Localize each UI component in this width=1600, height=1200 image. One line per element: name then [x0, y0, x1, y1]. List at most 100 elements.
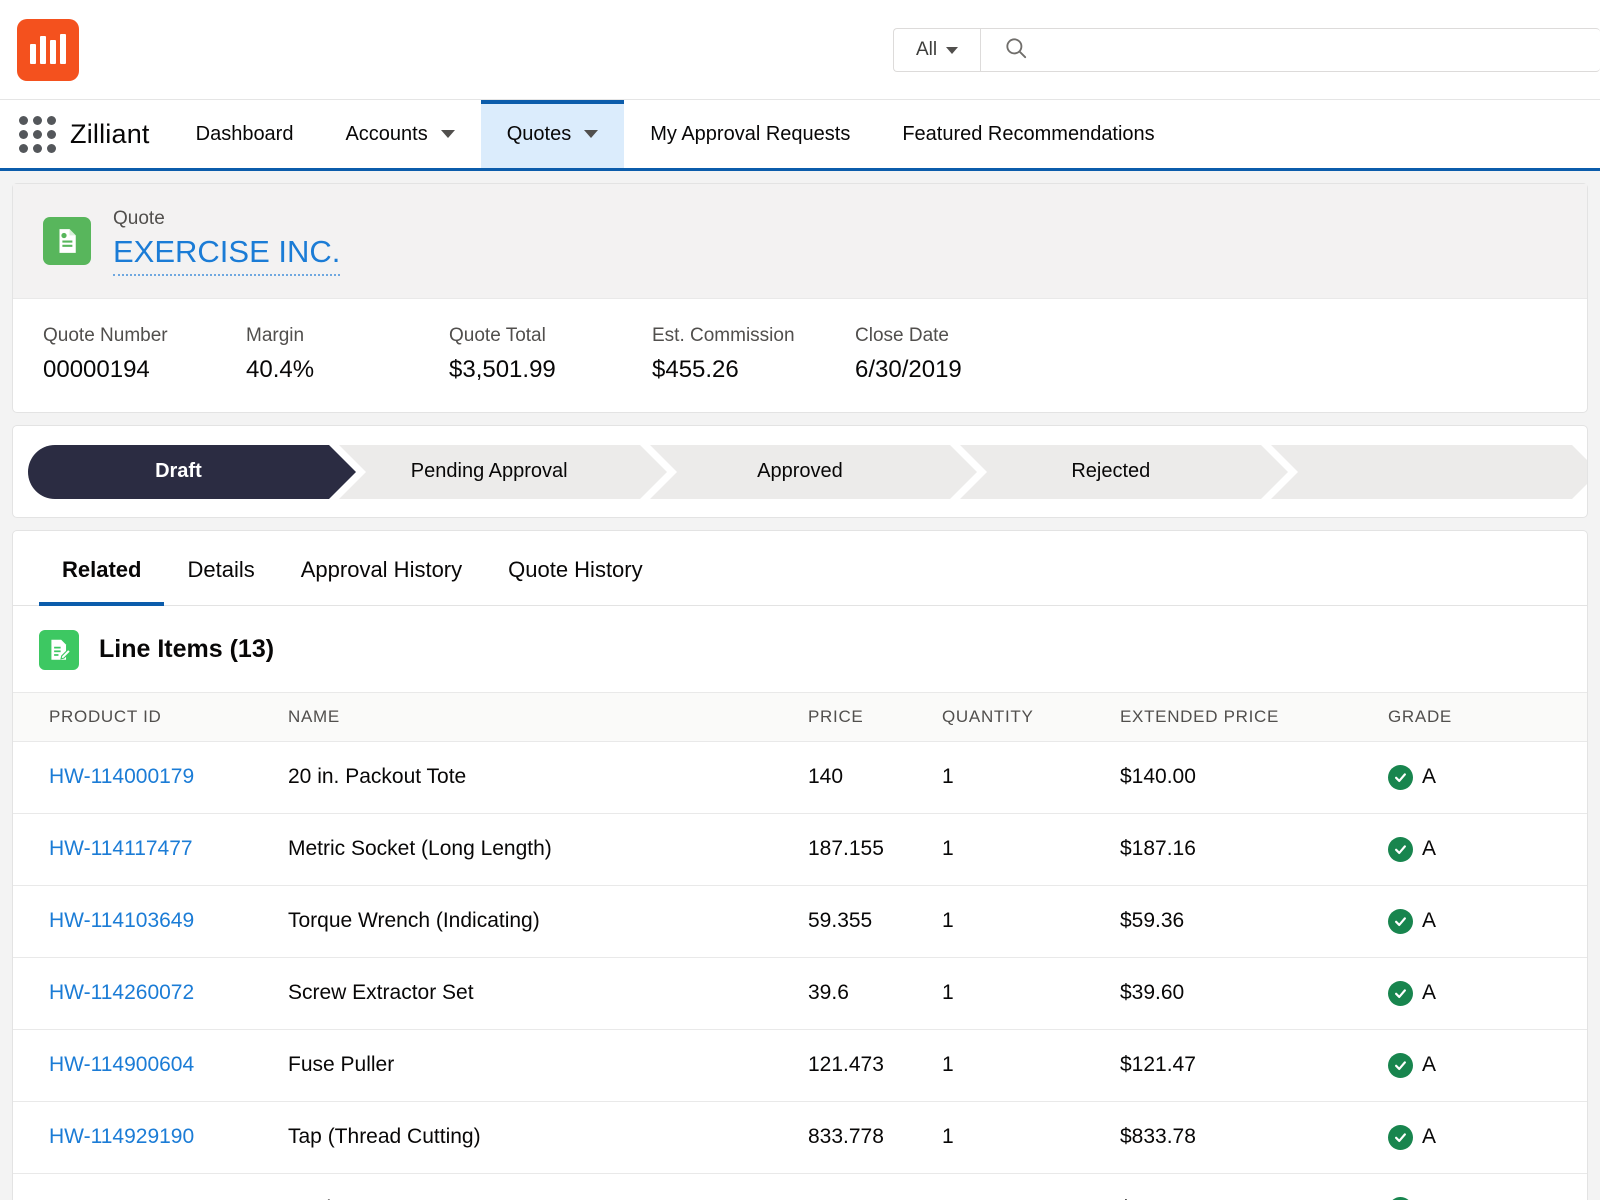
grade-check-icon	[1388, 836, 1413, 862]
line-items-header: Line Items (13)	[13, 606, 1587, 693]
table-row: HW-114929190 Tap (Thread Cutting) 833.77…	[13, 1101, 1587, 1174]
cell-grade: A	[1388, 741, 1587, 814]
record-object-label: Quote	[113, 208, 165, 229]
zilliant-bars-logo[interactable]	[17, 19, 79, 81]
nav-item-my-approval-requests[interactable]: My Approval Requests	[624, 100, 876, 168]
line-items-body: HW-114000179 20 in. Packout Tote 140 1 $…	[13, 741, 1587, 1200]
waffle-dot	[46, 143, 56, 153]
cell-price: 492.435	[808, 1173, 942, 1200]
nav-item-label: Featured Recommendations	[902, 122, 1155, 145]
tab-approval-history[interactable]: Approval History	[278, 531, 485, 605]
product-id-link[interactable]: HW-114900604	[49, 1053, 194, 1076]
tab-related[interactable]: Related	[39, 531, 165, 606]
logo-bar	[60, 34, 66, 64]
column-header-extended-price[interactable]: EXTENDED PRICE	[1120, 692, 1388, 742]
search-input[interactable]	[1029, 39, 1600, 61]
waffle-dot	[18, 129, 28, 139]
highlight-field-quote-number: Quote Number 00000194	[43, 325, 246, 384]
sales-path-card: Draft Pending Approval Approved Rejected	[12, 424, 1588, 518]
field-value: 6/30/2019	[855, 355, 962, 383]
page-title[interactable]: EXERCISE INC.	[113, 232, 341, 276]
field-label: Quote Total	[449, 324, 546, 346]
record-header-card: Quote EXERCISE INC. Quote Number 0000019…	[12, 183, 1588, 413]
product-id-link[interactable]: HW-114103649	[49, 909, 194, 932]
cell-quantity: 1	[942, 741, 1120, 814]
field-label: Est. Commission	[652, 324, 795, 346]
nav-item-label: Accounts	[345, 122, 428, 145]
tab-label: Related	[62, 556, 142, 582]
waffle-dot	[32, 129, 42, 139]
nav-item-list: Dashboard Accounts Quotes My Approval Re…	[170, 100, 1181, 168]
cell-name: Stud Remover & Setter	[288, 1173, 808, 1200]
cell-grade: A	[1388, 1029, 1587, 1102]
search-icon	[1003, 35, 1029, 66]
highlight-field-quote-total: Quote Total $3,501.99	[449, 325, 652, 384]
search-field[interactable]	[981, 29, 1600, 71]
column-header-price[interactable]: PRICE	[808, 692, 942, 742]
cell-extended-price: $187.16	[1120, 813, 1388, 886]
cell-name: Tap (Thread Cutting)	[288, 1101, 808, 1174]
grade-label: A	[1422, 837, 1437, 861]
product-id-link[interactable]: HW-114260072	[49, 981, 194, 1004]
cell-grade: A	[1388, 885, 1587, 958]
highlight-field-close-date: Close Date 6/30/2019	[855, 325, 1058, 384]
waffle-dot	[18, 143, 28, 153]
path-stage-approved[interactable]: Approved	[649, 444, 988, 499]
app-navigation-bar: Zilliant Dashboard Accounts Quotes My Ap…	[0, 100, 1600, 171]
grade-check-icon	[1388, 1052, 1413, 1078]
nav-item-dashboard[interactable]: Dashboard	[170, 100, 320, 168]
tab-quote-history[interactable]: Quote History	[485, 531, 666, 605]
column-header-name[interactable]: NAME	[288, 692, 808, 742]
waffle-dot	[46, 115, 56, 125]
sales-path: Draft Pending Approval Approved Rejected	[28, 444, 1587, 499]
field-label: Margin	[246, 324, 305, 346]
table-row: HW-114900604 Fuse Puller 121.473 1 $121.…	[13, 1029, 1587, 1102]
cell-extended-price: $59.36	[1120, 885, 1388, 958]
cell-quantity: 1	[942, 1029, 1120, 1102]
tab-details[interactable]: Details	[164, 531, 277, 605]
table-row: HW-114117477 Metric Socket (Long Length)…	[13, 813, 1587, 886]
column-header-product-id[interactable]: PRODUCT ID	[13, 692, 288, 742]
highlight-field-margin: Margin 40.4%	[246, 325, 449, 384]
path-stage-label: Pending Approval	[410, 460, 568, 483]
chevron-down-icon	[946, 46, 959, 54]
product-id-link[interactable]: HW-114000179	[49, 765, 194, 788]
cell-price: 140	[808, 741, 942, 814]
cell-grade: A	[1388, 957, 1587, 1030]
grade-label: A	[1422, 765, 1437, 789]
field-value: $3,501.99	[449, 355, 556, 383]
cell-name: Torque Wrench (Indicating)	[288, 885, 808, 958]
search-scope-selector[interactable]: All	[894, 29, 981, 71]
line-items-table: PRODUCT ID NAME PRICE QUANTITY EXTENDED …	[13, 692, 1587, 1200]
column-header-quantity[interactable]: QUANTITY	[942, 692, 1120, 742]
tab-label: Quote History	[508, 556, 643, 582]
grade-check-icon	[1388, 1124, 1413, 1150]
grade-label: A	[1422, 1053, 1437, 1077]
chevron-down-icon	[584, 130, 599, 138]
path-stage-next[interactable]	[1271, 444, 1587, 499]
app-launcher-icon[interactable]	[0, 100, 62, 168]
logo-bar	[50, 40, 56, 64]
path-stage-pending-approval[interactable]: Pending Approval	[338, 444, 677, 499]
nav-item-label: My Approval Requests	[650, 122, 851, 145]
cell-name: 20 in. Packout Tote	[288, 741, 808, 814]
nav-item-quotes[interactable]: Quotes	[480, 100, 625, 168]
grade-label: A	[1422, 981, 1437, 1005]
nav-item-featured-recommendations[interactable]: Featured Recommendations	[876, 100, 1180, 168]
path-stage-draft[interactable]: Draft	[28, 444, 366, 499]
cell-quantity: 1	[942, 957, 1120, 1030]
path-stage-rejected[interactable]: Rejected	[960, 444, 1298, 499]
app-name[interactable]: Zilliant	[62, 100, 170, 168]
cell-price: 59.355	[808, 885, 942, 958]
page-body: Quote EXERCISE INC. Quote Number 0000019…	[0, 171, 1600, 1200]
field-value: 00000194	[43, 355, 150, 383]
record-tabs-card: Related Details Approval History Quote H…	[12, 529, 1588, 1200]
cell-quantity: 1	[942, 1173, 1120, 1200]
cell-quantity: 1	[942, 885, 1120, 958]
nav-item-label: Dashboard	[195, 122, 294, 145]
nav-item-accounts[interactable]: Accounts	[319, 100, 480, 168]
product-id-link[interactable]: HW-114929190	[49, 1125, 194, 1148]
table-row: HW-114260072 Screw Extractor Set 39.6 1 …	[13, 957, 1587, 1030]
product-id-link[interactable]: HW-114117477	[49, 837, 193, 860]
column-header-grade[interactable]: GRADE	[1388, 692, 1587, 742]
